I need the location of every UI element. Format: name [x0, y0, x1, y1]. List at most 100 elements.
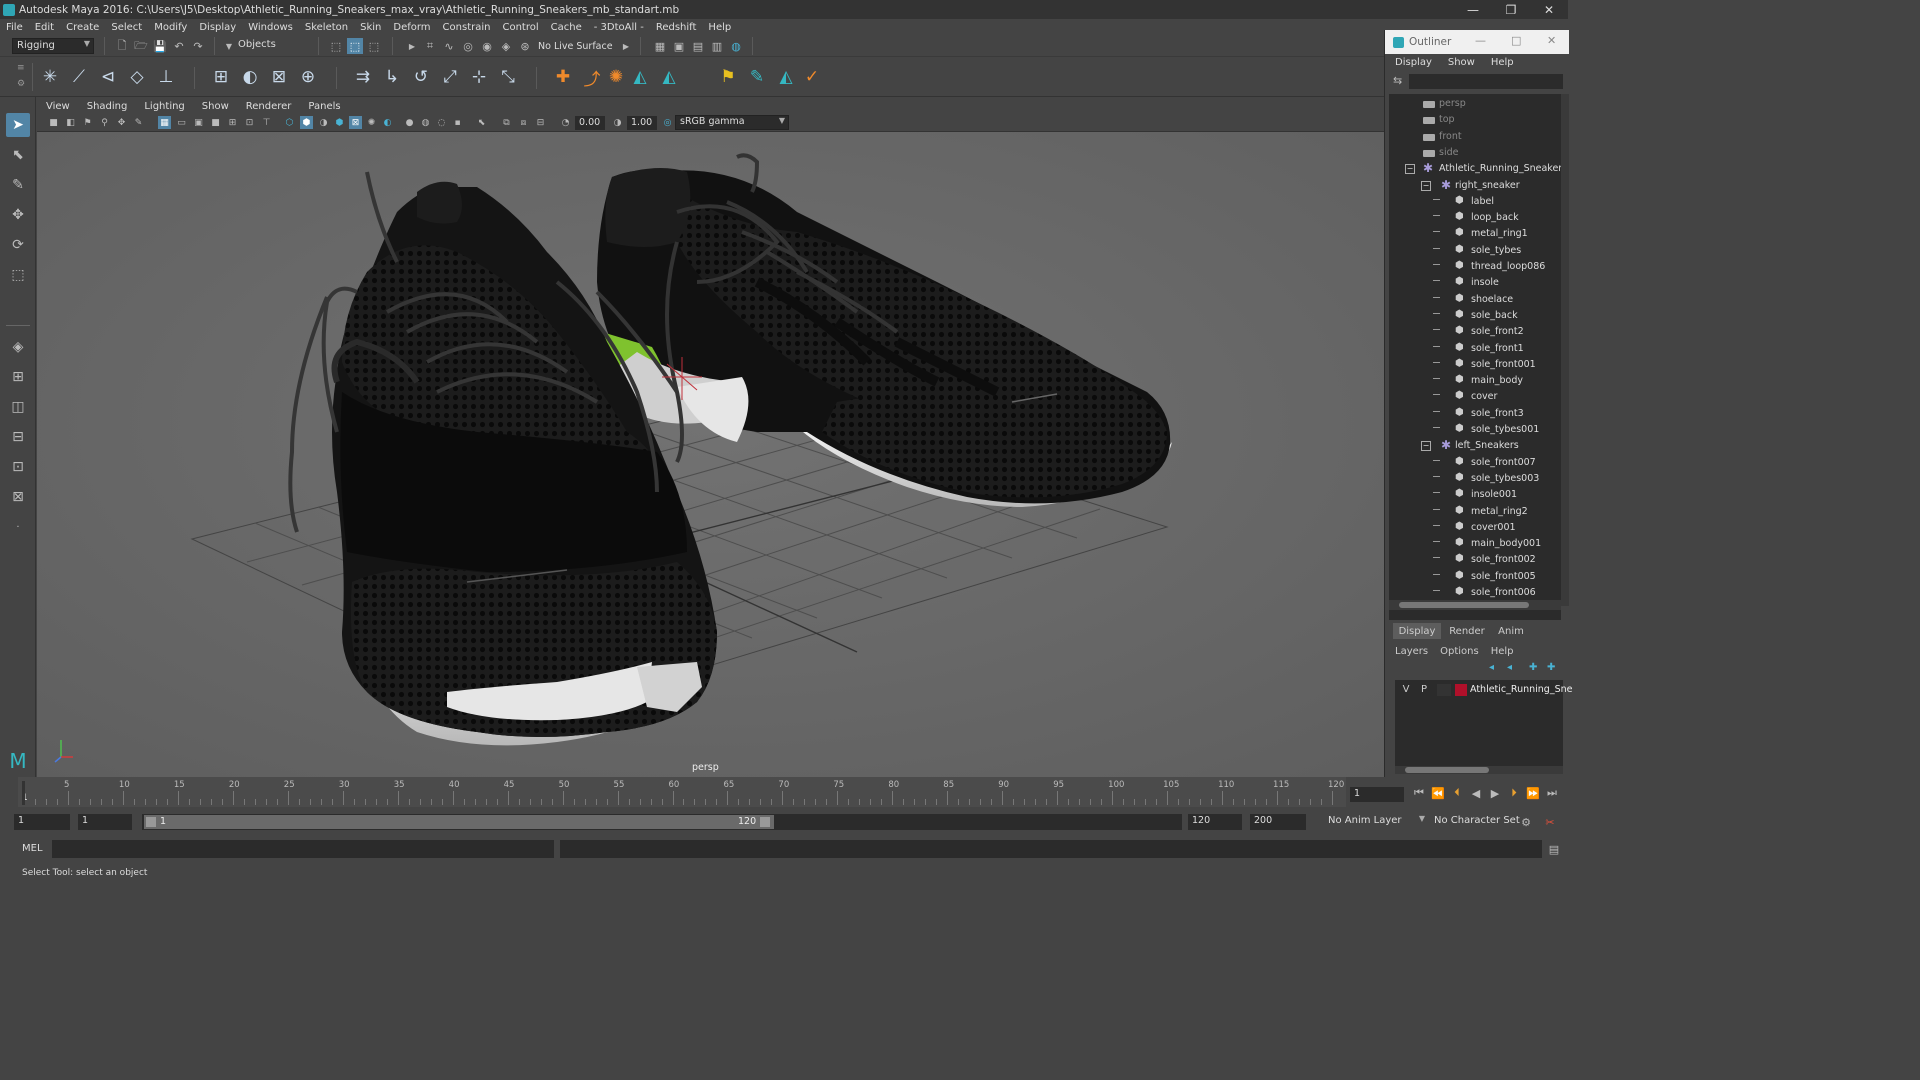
outliner-mesh-item[interactable]: ⬢ cover: [1389, 389, 1561, 405]
parent-constraint-icon[interactable]: ⇉: [351, 65, 375, 89]
go-to-end-icon[interactable]: ⏭: [1544, 785, 1560, 801]
paint-weights-icon[interactable]: ◐: [238, 65, 262, 89]
motion-blur-icon[interactable]: ◍: [419, 116, 432, 129]
menu-redshift[interactable]: Redshift: [650, 22, 703, 33]
menu-create[interactable]: Create: [60, 22, 105, 33]
vp-menu-shading[interactable]: Shading: [78, 101, 136, 112]
outliner-mesh-item[interactable]: ⬢ label: [1389, 194, 1561, 210]
gate-mask-icon[interactable]: ■: [209, 116, 222, 129]
menu-select[interactable]: Select: [105, 22, 148, 33]
chevron-right-icon[interactable]: ▶: [618, 38, 634, 54]
outliner-mesh-item[interactable]: ⬢ insole: [1389, 275, 1561, 291]
menu-edit[interactable]: Edit: [29, 22, 60, 33]
restore-button[interactable]: ❐: [1494, 0, 1528, 19]
screen-space-ao-icon[interactable]: ●: [403, 116, 416, 129]
menu-help[interactable]: Help: [702, 22, 737, 33]
character-controls-icon[interactable]: ◭: [657, 65, 681, 89]
outliner-mesh-item[interactable]: ⬢ sole_back: [1389, 308, 1561, 324]
select-by-component-icon[interactable]: ⬚: [366, 38, 382, 54]
outliner-group-item[interactable]: − ✱ right_sneaker: [1389, 178, 1561, 194]
range-slider-track[interactable]: 1 120: [142, 814, 1182, 830]
outliner-maximize-button[interactable]: □: [1511, 34, 1521, 47]
vp-menu-panels[interactable]: Panels: [299, 101, 348, 112]
layer-menu-layers[interactable]: Layers: [1389, 646, 1436, 657]
layer-menu-options[interactable]: Options: [1436, 646, 1487, 657]
pole-vector-icon[interactable]: ⤡: [496, 65, 520, 89]
rotate-tool-icon[interactable]: ⟳: [6, 233, 30, 257]
wireframe-icon[interactable]: ⬡: [283, 116, 296, 129]
outliner-camera-item[interactable]: front: [1389, 129, 1561, 145]
xray-joints-icon[interactable]: ⧈: [517, 116, 530, 129]
outliner-scroll-thumb[interactable]: [1399, 602, 1529, 608]
range-slider-bar[interactable]: 1 120: [144, 815, 774, 829]
orient-joint-icon[interactable]: ⊥: [154, 65, 178, 89]
ik-handle-icon[interactable]: ⟋: [67, 65, 91, 89]
color-management-icon[interactable]: ◎: [661, 116, 674, 129]
auto-key-icon[interactable]: ⚙: [1518, 814, 1534, 830]
snap-to-view-plane-icon[interactable]: ◈: [498, 38, 514, 54]
snap-to-curve-icon[interactable]: ∿: [441, 38, 457, 54]
outliner-camera-item[interactable]: side: [1389, 145, 1561, 161]
outliner-group-item[interactable]: − ✱ left_Sneakers: [1389, 438, 1561, 454]
ik-spline-icon[interactable]: ⊲: [96, 65, 120, 89]
render-current-frame-icon[interactable]: ▣: [671, 38, 687, 54]
aim-constraint-icon[interactable]: ⊹: [467, 65, 491, 89]
current-time-indicator[interactable]: [22, 781, 25, 805]
save-scene-icon[interactable]: 💾: [152, 38, 168, 54]
outliner-mesh-item[interactable]: ⬢ shoelace: [1389, 292, 1561, 308]
vp-menu-show[interactable]: Show: [193, 101, 237, 112]
outliner-menu-help[interactable]: Help: [1481, 57, 1520, 68]
menu-control[interactable]: Control: [496, 22, 544, 33]
new-scene-icon[interactable]: 🗋: [114, 38, 130, 54]
outliner-mesh-item[interactable]: ⬢ sole_front002: [1389, 552, 1561, 568]
hik-icon[interactable]: ◭: [628, 65, 652, 89]
menu-modify[interactable]: Modify: [148, 22, 193, 33]
outliner-filter-icon[interactable]: ⇆: [1393, 74, 1402, 87]
outliner-mesh-item[interactable]: ⬢ loop_back: [1389, 210, 1561, 226]
wrap-deformer-icon[interactable]: ◭: [774, 65, 798, 89]
new-layer-from-selection-icon[interactable]: ✚: [1547, 662, 1555, 673]
go-to-start-icon[interactable]: ⏮: [1411, 785, 1427, 801]
viewport-scene[interactable]: [37, 132, 1384, 777]
select-by-object-type-icon[interactable]: ⬚: [347, 38, 363, 54]
step-back-key-icon[interactable]: ⏴: [1449, 785, 1465, 801]
smooth-shade-icon[interactable]: ⬢: [300, 116, 313, 129]
outliner-vertical-scrollbar[interactable]: [1561, 94, 1569, 606]
script-editor-icon[interactable]: ▤: [1546, 841, 1562, 857]
play-forwards-icon[interactable]: ▶: [1487, 785, 1503, 801]
playback-end-field[interactable]: 120: [1188, 814, 1242, 830]
snap-to-grid-icon[interactable]: ⌗: [422, 38, 438, 54]
menu-cache[interactable]: Cache: [545, 22, 588, 33]
annotation-icon[interactable]: ⤴: [580, 65, 604, 90]
four-view-layout-icon[interactable]: ⊞: [6, 365, 30, 389]
outliner-mesh-item[interactable]: ⬢ sole_front006: [1389, 585, 1561, 601]
move-layer-up-icon[interactable]: ◂: [1489, 662, 1494, 673]
menu-skin[interactable]: Skin: [354, 22, 387, 33]
outliner-mesh-item[interactable]: ⬢ insole001: [1389, 487, 1561, 503]
film-gate-icon[interactable]: ▭: [175, 116, 188, 129]
close-button[interactable]: ✕: [1532, 0, 1566, 19]
side-by-side-layout-icon[interactable]: ◫: [6, 395, 30, 419]
isolate-select-icon[interactable]: ⬉: [475, 116, 488, 129]
select-by-hierarchy-icon[interactable]: ⬚: [328, 38, 344, 54]
new-empty-layer-icon[interactable]: ✚: [1529, 662, 1537, 673]
layer-tab-anim[interactable]: Anim: [1491, 623, 1531, 639]
outliner-minimize-button[interactable]: —: [1475, 34, 1486, 47]
minimize-button[interactable]: —: [1456, 0, 1490, 19]
redo-icon[interactable]: ↷: [190, 38, 206, 54]
locator-icon[interactable]: ✚: [551, 65, 575, 89]
bookmark-icon[interactable]: ⚑: [81, 116, 94, 129]
exposure-field[interactable]: 0.00: [575, 116, 605, 130]
select-camera-icon[interactable]: ■: [47, 116, 60, 129]
image-plane-icon[interactable]: ⚲: [98, 116, 111, 129]
camera-attributes-icon[interactable]: ◧: [64, 116, 77, 129]
blend-shape-icon[interactable]: ✎: [745, 65, 769, 89]
outliner-horizontal-scrollbar[interactable]: [1389, 600, 1561, 610]
menu-deform[interactable]: Deform: [387, 22, 436, 33]
outliner-menu-display[interactable]: Display: [1385, 57, 1438, 68]
script-language-toggle[interactable]: MEL: [22, 843, 43, 854]
open-scene-icon[interactable]: 🗁: [133, 38, 149, 54]
outliner-mesh-item[interactable]: ⬢ thread_loop086: [1389, 259, 1561, 275]
outliner-mesh-item[interactable]: ⬢ sole_tybes001: [1389, 422, 1561, 438]
outliner-mesh-item[interactable]: ⬢ metal_ring1: [1389, 226, 1561, 242]
